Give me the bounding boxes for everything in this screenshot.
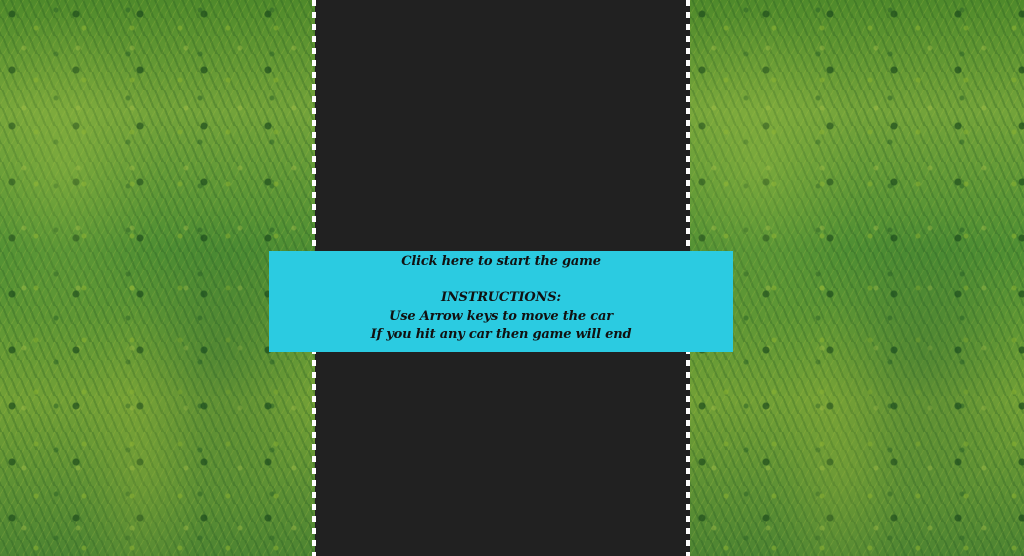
instructions-heading: INSTRUCTIONS: [440, 290, 562, 305]
left-grass-background [0, 0, 315, 556]
game-screen: Click here to start the game INSTRUCTION… [0, 0, 1024, 556]
collision-instruction: If you hit any car then game will end [370, 327, 632, 342]
start-game-panel[interactable]: Click here to start the game INSTRUCTION… [269, 251, 733, 352]
arrow-keys-instruction: Use Arrow keys to move the car [389, 309, 613, 324]
right-grass-background [690, 0, 1024, 556]
start-game-text: Click here to start the game [401, 254, 601, 269]
